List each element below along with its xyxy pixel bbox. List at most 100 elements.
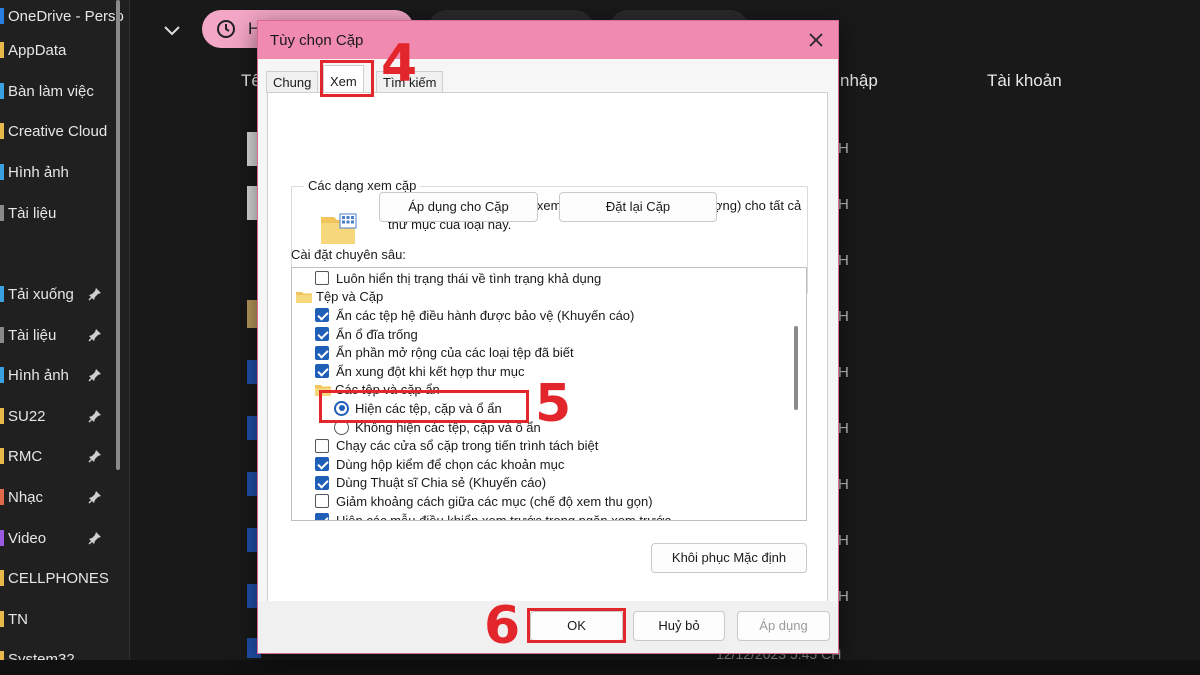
pin-icon[interactable] bbox=[88, 490, 102, 504]
settings-option-row[interactable]: Hiện các mẫu điều khiển xem trước trong … bbox=[315, 511, 671, 520]
sidebar-item[interactable]: Video bbox=[0, 522, 128, 554]
sidebar-item-label: Tải xuống bbox=[8, 285, 74, 303]
row-modified-suffix: H bbox=[838, 140, 849, 157]
row-modified-suffix: H bbox=[838, 588, 849, 605]
sidebar-item[interactable]: Hình ảnh bbox=[0, 359, 128, 391]
settings-option-row[interactable]: Ẩn xung đột khi kết hợp thư mục bbox=[315, 362, 525, 381]
apply-to-folders-button[interactable]: Áp dụng cho Cặp bbox=[379, 192, 538, 222]
sidebar-item-label: Tài liệu bbox=[8, 204, 57, 222]
row-modified-suffix: H bbox=[838, 532, 849, 549]
checkbox[interactable] bbox=[315, 327, 329, 342]
annotation-box-show-hidden bbox=[319, 390, 529, 423]
settings-option-label: Dùng hộp kiểm để chọn các khoản mục bbox=[336, 456, 565, 472]
folder-icon bbox=[0, 286, 4, 302]
folder-icon bbox=[0, 611, 4, 627]
folder-icon bbox=[0, 408, 4, 424]
pin-icon[interactable] bbox=[88, 449, 102, 463]
settings-option-row[interactable]: Luôn hiển thị trạng thái về tình trạng k… bbox=[315, 269, 601, 288]
sidebar-item[interactable]: SU22 bbox=[0, 400, 128, 432]
settings-option-label: Ẩn các tệp hệ điều hành được bảo vệ (Khu… bbox=[336, 307, 635, 323]
close-icon[interactable] bbox=[806, 30, 826, 50]
column-modified-header[interactable]: nhập bbox=[840, 71, 878, 91]
settings-option-label: Ẩn phần mở rộng của các loại tệp đã biết bbox=[336, 345, 574, 361]
sidebar-item[interactable]: Hình ảnh bbox=[0, 156, 128, 188]
settings-option-row[interactable]: Ẩn các tệp hệ điều hành được bảo vệ (Khu… bbox=[315, 306, 634, 325]
checkbox[interactable] bbox=[315, 457, 329, 472]
checkbox[interactable] bbox=[315, 364, 329, 379]
settings-option-label: Luôn hiển thị trạng thái về tình trạng k… bbox=[336, 270, 602, 286]
apply-button[interactable]: Áp dụng bbox=[737, 611, 830, 641]
pin-icon[interactable] bbox=[88, 368, 102, 382]
sidebar-item[interactable]: Nhạc bbox=[0, 481, 128, 513]
reset-folders-button[interactable]: Đặt lại Cặp bbox=[559, 192, 717, 222]
navigation-pane: OneDrive - Perso AppData Bàn làm việc Creat… bbox=[0, 0, 130, 675]
pin-icon[interactable] bbox=[88, 328, 102, 342]
row-modified-suffix: H bbox=[838, 308, 849, 325]
chevron-down-icon[interactable] bbox=[162, 20, 182, 40]
navigation-scrollbar[interactable] bbox=[116, 0, 120, 470]
pin-icon[interactable] bbox=[88, 409, 102, 423]
sidebar-item[interactable]: OneDrive - Perso bbox=[0, 0, 128, 32]
sidebar-item[interactable]: TN bbox=[0, 603, 128, 635]
sidebar-item-label: TN bbox=[8, 610, 28, 628]
settings-group-row: Tệp và Cặp bbox=[296, 288, 383, 307]
sidebar-item-label: AppData bbox=[8, 41, 67, 59]
annotation-step-4: 4 bbox=[381, 34, 418, 94]
dialog-title: Tùy chọn Cặp bbox=[270, 32, 364, 49]
taskbar-strip bbox=[0, 660, 1200, 675]
folder-icon bbox=[0, 42, 4, 58]
annotation-box-ok bbox=[527, 608, 626, 643]
sidebar-item[interactable]: Bàn làm việc bbox=[0, 75, 128, 107]
folder-icon bbox=[0, 205, 4, 221]
checkbox[interactable] bbox=[315, 513, 329, 520]
sidebar-item-label: Nhạc bbox=[8, 488, 44, 506]
dialog-titlebar[interactable]: Tùy chọn Cặp bbox=[258, 21, 838, 59]
folder-icon bbox=[0, 530, 4, 546]
checkbox[interactable] bbox=[315, 438, 329, 453]
sidebar-item[interactable]: RMC bbox=[0, 440, 128, 472]
settings-option-row[interactable]: Dùng hộp kiểm để chọn các khoản mục bbox=[315, 455, 564, 474]
sidebar-item[interactable]: Tài liệu bbox=[0, 197, 128, 229]
cancel-button[interactable]: Huỷ bỏ bbox=[633, 611, 725, 641]
checkbox[interactable] bbox=[315, 308, 329, 323]
sidebar-item[interactable]: Creative Cloud bbox=[0, 115, 128, 147]
checkbox[interactable] bbox=[315, 475, 329, 490]
folder-icon bbox=[0, 367, 4, 383]
sidebar-item-label: Hình ảnh bbox=[8, 366, 69, 384]
settings-option-row[interactable]: Chạy các cửa sổ cặp trong tiến trình tác… bbox=[315, 436, 598, 455]
sidebar-item-label: Tài liệu bbox=[8, 326, 57, 344]
sidebar-item-label: Creative Cloud bbox=[8, 122, 108, 140]
settings-option-label: Tệp và Cặp bbox=[316, 289, 384, 305]
sidebar-item[interactable]: CELLPHONES bbox=[0, 562, 128, 594]
settings-option-label: Ẩn xung đột khi kết hợp thư mục bbox=[336, 363, 525, 379]
column-owner-header[interactable]: Tài khoản bbox=[987, 71, 1062, 91]
folder-icon bbox=[0, 8, 4, 24]
settings-option-label: Chạy các cửa sổ cặp trong tiến trình tác… bbox=[336, 438, 599, 454]
checkbox[interactable] bbox=[315, 345, 329, 360]
sidebar-item-label: SU22 bbox=[8, 407, 46, 425]
sidebar-item[interactable]: Tải xuống bbox=[0, 278, 128, 310]
folder-icon bbox=[0, 83, 4, 99]
sidebar-item[interactable]: AppData bbox=[0, 34, 128, 66]
checkbox[interactable] bbox=[315, 494, 329, 509]
settings-option-row[interactable]: Dùng Thuật sĩ Chia sẻ (Khuyến cáo) bbox=[315, 474, 546, 493]
folder-icon bbox=[0, 327, 4, 343]
folder-icon bbox=[296, 291, 312, 303]
screen: OneDrive - Perso AppData Bàn làm việc Creat… bbox=[0, 0, 1200, 675]
settings-option-row[interactable]: Ẩn phần mở rộng của các loại tệp đã biết bbox=[315, 343, 574, 362]
checkbox[interactable] bbox=[315, 271, 329, 286]
folder-grid-icon bbox=[321, 213, 357, 244]
pin-icon[interactable] bbox=[88, 287, 102, 301]
advanced-settings-label: Cài đặt chuyên sâu: bbox=[291, 247, 406, 262]
tab-general[interactable]: Chung bbox=[266, 71, 319, 93]
advanced-settings-scrollbar[interactable] bbox=[794, 326, 798, 410]
restore-defaults-button[interactable]: Khôi phục Mặc định bbox=[651, 543, 807, 573]
pin-icon[interactable] bbox=[88, 531, 102, 545]
annotation-box-view-tab bbox=[320, 60, 374, 97]
row-modified-suffix: H bbox=[838, 476, 849, 493]
row-modified-suffix: H bbox=[838, 364, 849, 381]
settings-option-row[interactable]: Giảm khoảng cách giữa các mục (chế độ xe… bbox=[315, 492, 653, 511]
settings-option-label: Ẩn ổ đĩa trống bbox=[336, 326, 418, 342]
settings-option-row[interactable]: Ẩn ổ đĩa trống bbox=[315, 325, 418, 344]
sidebar-item[interactable]: Tài liệu bbox=[0, 319, 128, 351]
